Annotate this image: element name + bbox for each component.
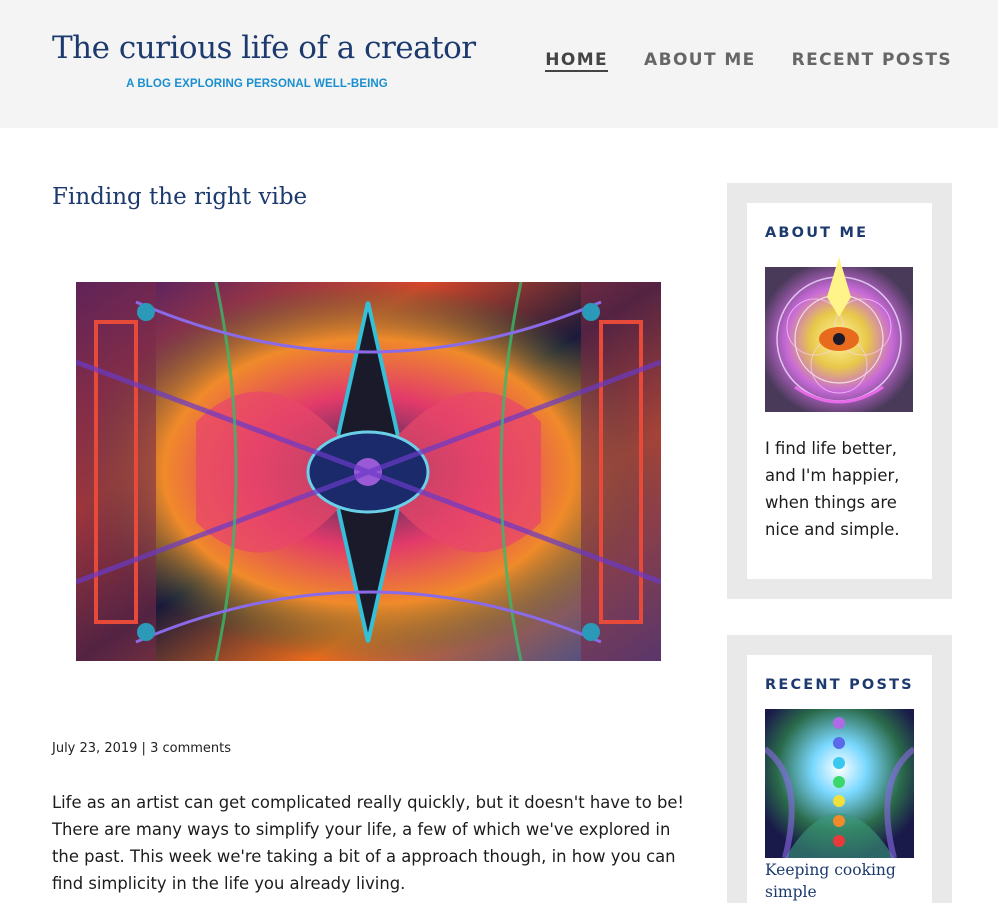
- recent-posts-widget-title: RECENT POSTS: [765, 677, 914, 693]
- about-text: I find life better, and I'm happier, whe…: [765, 439, 900, 539]
- about-widget-card: ABOUT ME I find life better, and I'm hap…: [747, 203, 932, 579]
- site-header: The curious life of a creator A BLOG EXP…: [0, 0, 998, 128]
- site-title[interactable]: The curious life of a creator: [52, 30, 476, 66]
- site-tagline: A BLOG EXPLORING PERSONAL WELL-BEING: [126, 78, 388, 90]
- post-comments-link[interactable]: 3 comments: [150, 741, 231, 756]
- about-widget-title: ABOUT ME: [765, 225, 869, 241]
- post-meta: July 23, 2019 | 3 comments: [52, 741, 231, 756]
- recent-posts-widget-card: RECENT POSTS Keeping cooking simple: [747, 655, 932, 903]
- about-image: [765, 257, 913, 417]
- recent-post-link[interactable]: Keeping cooking simple: [765, 859, 925, 903]
- recent-posts-widget: RECENT POSTS Keeping cooking simple: [727, 635, 952, 903]
- nav-home[interactable]: HOME: [545, 50, 609, 72]
- post-date: July 23, 2019: [52, 741, 138, 756]
- post-excerpt: Life as an artist can get complicated re…: [52, 793, 685, 893]
- recent-post-thumbnail[interactable]: [765, 709, 914, 858]
- main-nav: HOME ABOUT ME RECENT POSTS: [545, 50, 952, 72]
- nav-recent-posts[interactable]: RECENT POSTS: [792, 50, 952, 72]
- nav-about-me[interactable]: ABOUT ME: [644, 50, 756, 72]
- about-widget: ABOUT ME I find life better, and I'm hap…: [727, 183, 952, 599]
- post-title[interactable]: Finding the right vibe: [52, 184, 307, 210]
- post-featured-image[interactable]: [76, 282, 661, 661]
- meta-separator: |: [141, 741, 146, 756]
